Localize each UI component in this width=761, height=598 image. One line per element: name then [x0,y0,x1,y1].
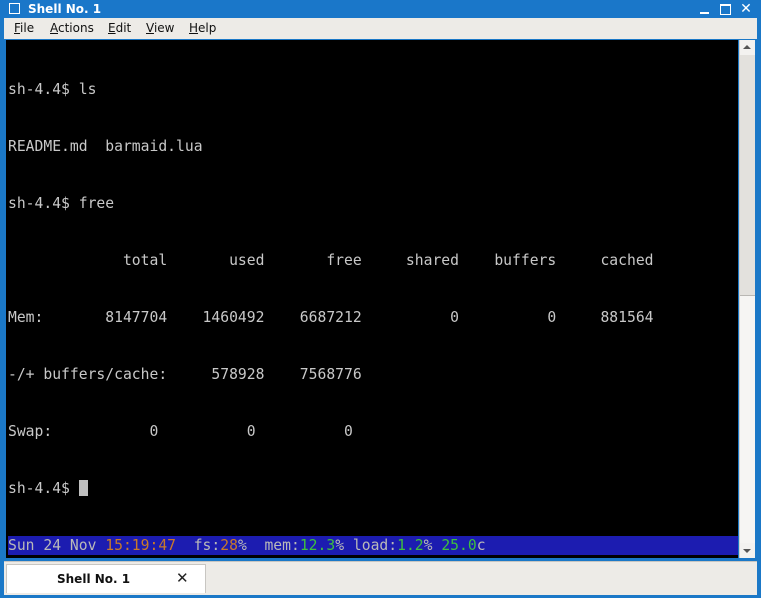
terminal-window: Shell No. 1 ✕ File Actions Edit View Hel… [0,0,761,598]
close-button[interactable]: ✕ [737,0,755,18]
terminal-line: sh-4.4$ free [8,195,115,212]
terminal-line: -/+ buffers/cache: 578928 7568776 [8,366,362,383]
status-fs-unit: % [237,537,247,554]
status-temp-unit: c [476,537,486,554]
window-title: Shell No. 1 [28,2,102,16]
menu-label-rest: ctions [58,21,94,35]
menu-view[interactable]: View [146,21,174,36]
minimize-button[interactable] [697,0,715,18]
scroll-down-arrow-icon[interactable] [740,543,755,558]
terminal-output[interactable]: sh-4.4$ ls README.md barmaid.lua sh-4.4$… [6,40,738,558]
terminal-lines: sh-4.4$ ls README.md barmaid.lua sh-4.4$… [8,42,654,536]
status-load-unit: % [423,537,442,554]
status-mem-label: mem: [246,537,300,554]
menu-mnemonic: E [108,21,116,35]
menu-file[interactable]: File [14,21,34,36]
scroll-up-arrow-icon[interactable] [740,40,755,55]
terminal-line: sh-4.4$ ls [8,81,97,98]
prompt: sh-4.4$ [8,480,79,497]
terminal-line: README.md barmaid.lua [8,138,203,155]
status-fs-value: 28 [220,537,238,554]
status-load-label: load: [344,537,398,554]
maximize-button[interactable] [718,0,736,18]
window-icon[interactable] [9,3,20,14]
menu-bar: File Actions Edit View Help [4,18,757,39]
tab-bar: Shell No. 1 ✕ [4,561,757,595]
text-cursor [78,480,88,496]
menu-help[interactable]: Help [189,21,216,36]
menu-mnemonic: A [50,21,58,35]
terminal-line: total used free shared buffers cached [8,252,654,269]
title-bar[interactable]: Shell No. 1 ✕ [0,0,761,18]
vertical-scrollbar[interactable] [739,40,755,558]
status-date: Sun 24 Nov [8,537,106,554]
prompt-line[interactable]: sh-4.4$ [8,479,654,498]
status-time: 15:19:47 [105,537,177,554]
menu-actions[interactable]: Actions [50,21,94,36]
tab-close-icon[interactable]: ✕ [176,569,189,587]
scroll-thumb[interactable] [740,55,755,296]
terminal-line: Swap: 0 0 0 [8,423,353,440]
status-load-value: 1.2 [397,537,424,554]
status-mem-value: 12.3 [299,537,336,554]
status-temp-value: 25.0 [441,537,477,554]
tab-label: Shell No. 1 [57,572,131,586]
status-bar: Sun 24 Nov 15:19:47 fs:28% mem:12.3% loa… [8,536,738,555]
menu-label-rest: ile [20,21,35,35]
menu-mnemonic: V [146,21,154,35]
terminal-line: Mem: 8147704 1460492 6687212 0 0 881564 [8,309,654,326]
menu-label-rest: iew [153,21,175,35]
status-fs-label: fs: [176,537,221,554]
menu-label-rest: elp [198,21,217,35]
menu-mnemonic: H [189,21,199,35]
menu-label-rest: dit [115,21,132,35]
tab-shell-1[interactable]: Shell No. 1 ✕ [6,564,206,593]
menu-edit[interactable]: Edit [108,21,131,36]
status-mem-unit: % [335,537,345,554]
